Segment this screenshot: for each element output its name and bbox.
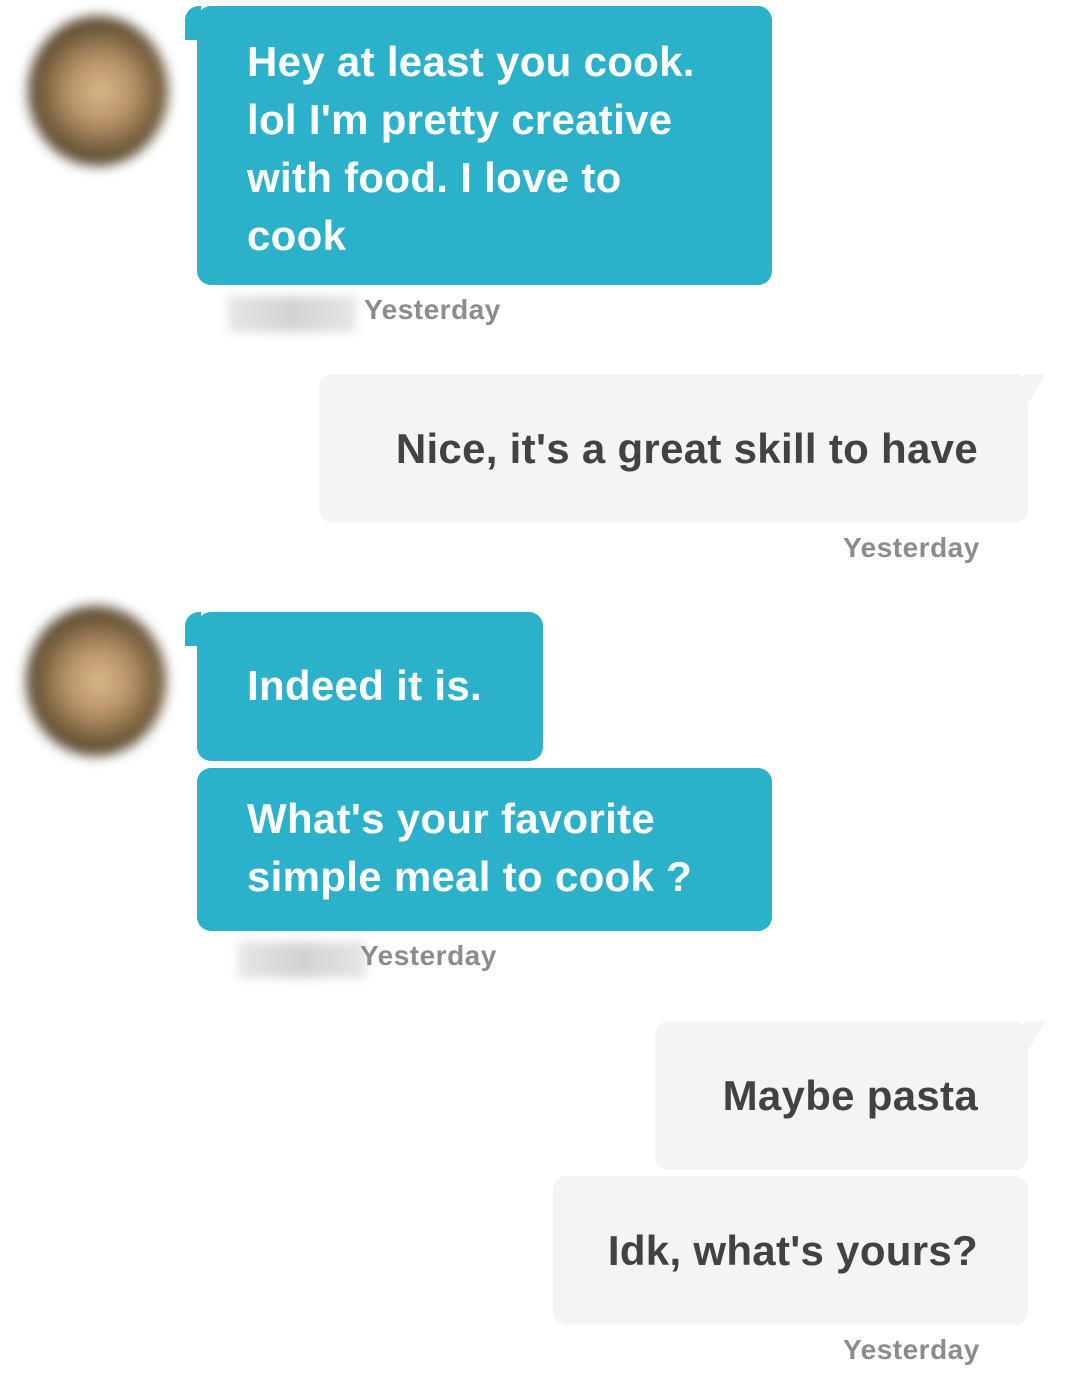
- message-timestamp: Yesterday: [360, 940, 497, 971]
- outgoing-message-bubble[interactable]: Nice, it's a great skill to have: [319, 374, 1028, 523]
- message-text: Maybe pasta: [722, 1072, 978, 1119]
- message-line: simple meal to cook ?: [247, 853, 693, 900]
- message-text: Nice, it's a great skill to have: [395, 425, 978, 472]
- message-line: Hey at least you cook.: [247, 38, 695, 85]
- message-text: Idk, what's yours?: [607, 1227, 978, 1274]
- incoming-message-bubble[interactable]: What's your favorite simple meal to cook…: [197, 768, 772, 931]
- avatar-photo: [28, 16, 168, 166]
- message-timestamp: Yesterday: [843, 1334, 980, 1365]
- message-text: Indeed it is.: [247, 662, 482, 709]
- message-line: lol I'm pretty creative: [247, 96, 673, 143]
- sender-name-redacted: [228, 296, 356, 332]
- message-line: with food. I love to: [247, 154, 622, 201]
- outgoing-message-bubble[interactable]: Idk, what's yours?: [553, 1176, 1028, 1325]
- incoming-message-bubble[interactable]: Hey at least you cook. lol I'm pretty cr…: [197, 6, 772, 285]
- avatar-photo: [26, 606, 166, 756]
- message-timestamp: Yesterday: [843, 532, 980, 563]
- sender-avatar[interactable]: [8, 594, 188, 774]
- incoming-message-bubble[interactable]: Indeed it is.: [197, 612, 543, 761]
- sender-name-redacted: [238, 942, 366, 978]
- message-line: What's your favorite: [247, 795, 656, 842]
- message-timestamp: Yesterday: [364, 294, 501, 325]
- sender-avatar[interactable]: [10, 4, 190, 184]
- message-line: cook: [247, 212, 347, 259]
- outgoing-message-bubble[interactable]: Maybe pasta: [655, 1021, 1028, 1170]
